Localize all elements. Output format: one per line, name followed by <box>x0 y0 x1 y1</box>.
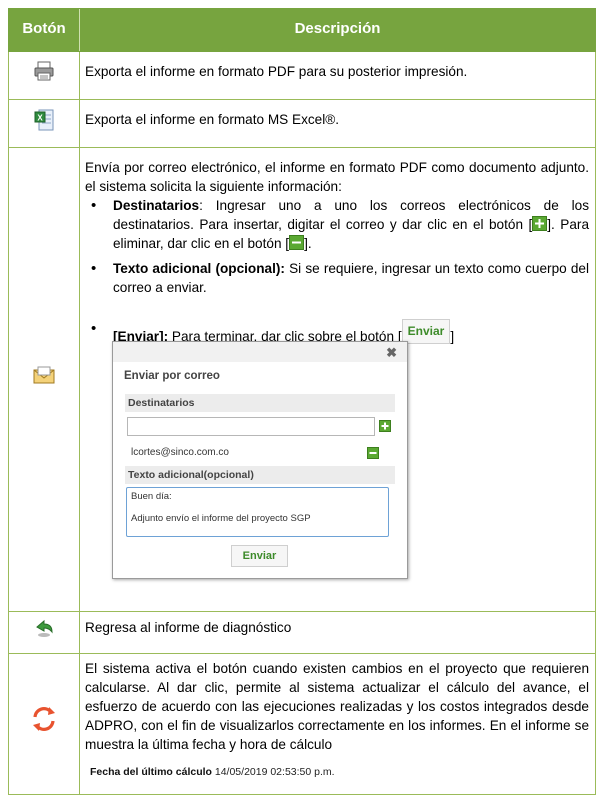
add-recipient-button[interactable] <box>379 420 391 432</box>
row-description: Regresa al informe de diagnóstico <box>85 620 292 635</box>
message-textarea[interactable]: Buen día: Adjunto envío el informe del p… <box>126 487 389 537</box>
row-description: Exporta el informe en formato MS Excel®. <box>85 112 340 127</box>
header-button-column: Botón <box>9 9 80 51</box>
email-icon[interactable] <box>9 366 79 384</box>
recipient-email-input[interactable] <box>127 417 375 436</box>
recipients-section: Destinatarios <box>125 394 395 412</box>
email-intro: Envía por correo electrónico, el informe… <box>85 160 589 194</box>
dialog-title: Enviar por correo <box>124 370 220 382</box>
row-description: Exporta el informe en formato PDF para s… <box>85 64 468 79</box>
table-row: Exporta el informe en formato PDF para s… <box>8 52 596 100</box>
send-button-sample: Enviar <box>401 319 451 344</box>
list-item: Destinatarios: Ingresar uno a uno los co… <box>85 196 589 253</box>
printer-icon[interactable] <box>9 60 79 82</box>
remove-recipient-icon <box>289 235 305 250</box>
header-description-column: Descripción <box>294 20 381 37</box>
extra-text-section: Texto adicional(opcional) <box>125 466 395 484</box>
table-row: Regresa al informe de diagnóstico <box>8 612 596 654</box>
remove-recipient-button[interactable] <box>367 447 379 459</box>
svg-text:X: X <box>37 114 43 123</box>
table-row: X Exporta el informe en formato MS Excel… <box>8 100 596 148</box>
add-recipient-icon <box>532 216 548 231</box>
close-icon[interactable]: ✖ <box>386 345 397 361</box>
table-header: Botón Descripción <box>8 8 596 52</box>
send-button[interactable]: Enviar <box>231 545 288 567</box>
send-email-dialog: ✖ Enviar por correo Destinatarios lcorte… <box>112 341 408 579</box>
recipient-email: lcortes@sinco.com.co <box>131 447 229 458</box>
back-arrow-icon[interactable] <box>9 619 79 639</box>
last-calculation: Fecha del último cálculo 14/05/2019 02:5… <box>90 766 335 778</box>
row-description: El sistema activa el botón cuando existe… <box>85 661 589 752</box>
refresh-icon[interactable] <box>9 704 79 734</box>
list-item: Texto adicional (opcional): Si se requie… <box>85 259 589 297</box>
excel-icon[interactable]: X <box>9 108 79 132</box>
